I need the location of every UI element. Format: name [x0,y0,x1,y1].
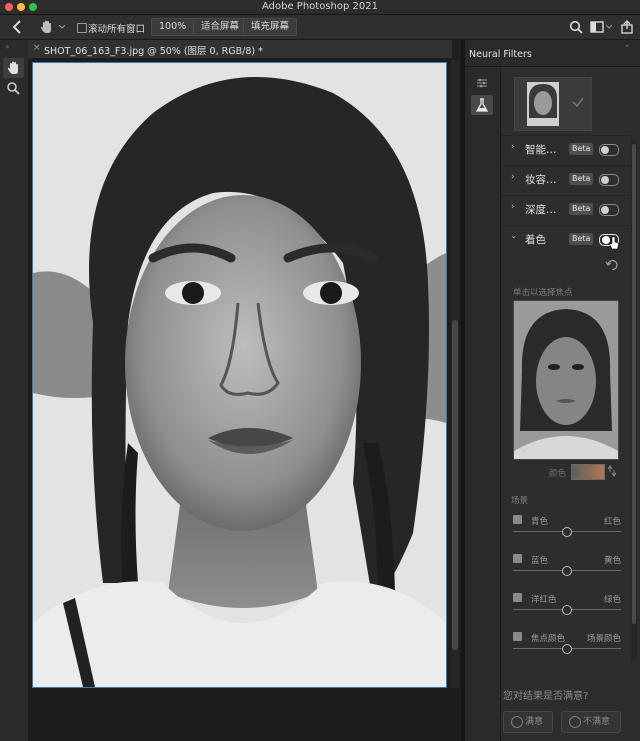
chevron-down-icon[interactable] [59,25,65,30]
back-icon[interactable] [11,20,23,34]
scroll-all-label: 滚动所有窗口 [88,24,146,35]
options-bar: 滚动所有窗口 100% 适合屏幕 填充屏幕 [0,15,640,40]
panel-scroll-thumb[interactable] [632,144,636,624]
chevron-down-icon[interactable] [606,25,612,30]
preview-image [514,301,618,459]
zoom-tool-button[interactable] [3,78,24,98]
slider-cyan-red[interactable]: 青色 红色 [513,515,621,545]
panel-sidebar [465,67,501,741]
portrait-image [33,63,446,687]
color-swatch[interactable] [571,464,605,480]
preview-thumbnail[interactable] [514,77,592,131]
slider-left-label: 青色 [531,517,549,527]
chevron-right-icon[interactable]: › [511,172,515,182]
cursor-pointer-icon [609,236,619,250]
hand-icon [7,61,18,74]
collapse-icon[interactable]: » [5,43,9,51]
slider-left-label: 洋红色 [531,595,557,605]
slider-checkbox[interactable] [513,632,522,641]
slider-knob[interactable] [562,566,572,576]
filter-row-colorize[interactable]: › 着色 Beta [501,225,631,252]
workspace-icon[interactable] [590,21,604,33]
satisfied-button[interactable]: 满意 [503,711,553,733]
feedback-question: 您对结果是否满意? [503,691,589,702]
close-tab-icon[interactable]: × [33,43,41,53]
filter-toggle[interactable] [599,174,619,186]
slider-left-label: 焦点颜色 [531,634,566,644]
swap-icon[interactable] [607,465,617,477]
filter-label: 智能… [525,144,557,156]
slider-left-label: 蓝色 [531,556,549,566]
search-icon[interactable] [569,20,583,34]
photo-canvas[interactable] [32,62,447,688]
filter-toggle[interactable] [599,204,619,216]
chevron-down-icon[interactable]: › [508,235,518,239]
thumbnail-image [527,82,584,126]
fit-screen-button[interactable]: 适合屏幕 [193,18,248,36]
click-focus-hint: 单击以选择焦点 [513,288,573,298]
panel-scrollbar[interactable] [631,140,637,660]
slider-knob[interactable] [562,605,572,615]
panel-header: Neural Filters « [465,40,640,67]
slider-checkbox[interactable] [513,554,522,563]
hand-tool-icon[interactable] [39,19,55,35]
scene-label: 场景 [511,496,529,506]
filter-label: 着色 [525,234,546,246]
beta-badge: Beta [569,233,594,245]
document-title: SHOT_06_163_F3.jpg @ 50% (图层 0, RGB/8) * [44,46,263,57]
colorize-preview[interactable] [513,300,619,460]
beta-badge: Beta [569,173,594,185]
app-title: Adobe Photoshop 2021 [262,1,378,12]
slider-right-label: 绿色 [603,595,621,605]
color-label: 颜色 [549,469,567,479]
reset-icon[interactable] [605,259,619,271]
canvas-area[interactable] [28,59,461,741]
collapse-panel-icon[interactable]: « [625,42,629,50]
chevron-right-icon[interactable]: › [511,142,515,152]
not-satisfied-label: 不满意 [583,717,611,727]
slider-focus-scene[interactable]: 焦点颜色 场景颜色 [513,632,621,662]
zoom-icon [7,82,20,95]
canvas-scrollbar[interactable] [451,60,459,688]
hand-tool-button[interactable] [3,58,24,78]
slider-checkbox[interactable] [513,515,522,524]
frown-icon [569,716,581,728]
beta-badge: Beta [569,143,594,155]
neural-filters-panel: › 智能… Beta › 妆容… Beta › 深度… Beta › 着色 Be… [501,67,640,741]
fill-screen-button[interactable]: 填充屏幕 [243,18,298,36]
slider-knob[interactable] [562,644,572,654]
zoom-100-button[interactable]: 100% [151,18,195,36]
slider-blue-yellow[interactable]: 蓝色 黄色 [513,554,621,584]
panel-title[interactable]: Neural Filters [469,49,532,60]
slider-right-label: 红色 [603,517,621,527]
filter-label: 深度… [525,204,557,216]
slider-right-label: 黄色 [603,556,621,566]
satisfied-label: 满意 [525,717,544,727]
filter-toggle[interactable] [599,144,619,156]
not-satisfied-button[interactable]: 不满意 [561,711,621,733]
slider-knob[interactable] [562,527,572,537]
beta-badge: Beta [569,203,594,215]
filter-row-depth-blur[interactable]: › 深度… Beta [501,195,631,222]
slider-right-label: 场景颜色 [586,634,621,644]
document-tab[interactable]: × SHOT_06_163_F3.jpg @ 50% (图层 0, RGB/8)… [28,40,452,59]
chevron-right-icon[interactable]: › [511,202,515,212]
scroll-all-checkbox[interactable] [77,23,87,33]
slider-checkbox[interactable] [513,593,522,602]
share-icon[interactable] [620,20,634,34]
smile-icon [511,716,523,728]
tools-panel: » [0,40,29,741]
slider-magenta-green[interactable]: 洋红色 绿色 [513,593,621,623]
flask-icon [475,98,489,112]
filter-row-smart-portrait[interactable]: › 智能… Beta [501,135,631,162]
canvas-scroll-thumb[interactable] [452,320,458,650]
filter-label: 妆容… [525,174,557,186]
filters-icon[interactable] [476,77,488,89]
filter-row-makeup-transfer[interactable]: › 妆容… Beta [501,165,631,192]
title-bar: Adobe Photoshop 2021 [0,0,640,15]
beta-filters-button[interactable] [471,95,493,115]
